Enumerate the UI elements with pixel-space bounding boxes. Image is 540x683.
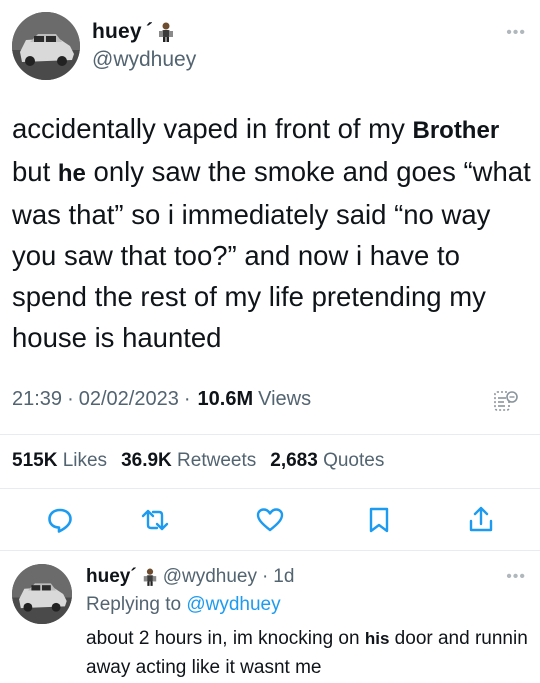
author-block: huey ´ @wydhuey — [92, 20, 196, 72]
reply-icon[interactable] — [45, 505, 75, 535]
figure-emoji-icon — [159, 22, 174, 42]
views-label: Views — [258, 388, 312, 410]
name-mark: ´ — [145, 20, 154, 43]
action-bar — [0, 505, 540, 537]
reply-author-name[interactable]: huey´ — [86, 566, 137, 588]
retweets-count[interactable]: 36.9K — [121, 450, 172, 472]
replying-to-label: Replying to — [86, 594, 182, 615]
tweet-stats: 515K Likes 36.9K Retweets 2,683 Quotes — [12, 450, 384, 472]
tweet-date[interactable]: 02/02/2023 — [79, 388, 179, 411]
views-count: 10.6M — [197, 388, 254, 410]
tweet-meta: 21:39 · 02/02/2023 · 10.6M Views — [12, 388, 311, 411]
meta-separator: · — [67, 388, 74, 410]
divider — [0, 550, 540, 551]
reply-author-line: huey´ @wydhuey · 1d — [86, 566, 536, 588]
author-name[interactable]: huey ´ — [92, 20, 196, 44]
more-options-icon[interactable]: ••• — [506, 568, 526, 586]
reply-age[interactable]: 1d — [273, 566, 294, 588]
bookmark-icon[interactable] — [364, 505, 394, 535]
retweets-label[interactable]: Retweets — [177, 450, 256, 472]
replying-to: Replying to @wydhuey — [86, 594, 536, 616]
more-options-icon[interactable]: ••• — [506, 24, 526, 42]
reply-text: about 2 hours in, im knocking on his doo… — [86, 624, 536, 682]
name-mark: ´ — [130, 566, 137, 587]
share-icon[interactable] — [466, 505, 496, 535]
display-name-text: huey — [86, 566, 131, 587]
display-name-text: huey — [92, 20, 142, 43]
divider — [0, 488, 540, 489]
translate-icon[interactable] — [492, 388, 520, 416]
tweet-text-part: only saw the smoke and goes “what was th… — [12, 156, 531, 353]
tweet-time[interactable]: 21:39 — [12, 388, 62, 411]
tweet-header: huey ´ @wydhuey ••• — [12, 12, 528, 82]
likes-label[interactable]: Likes — [63, 450, 107, 472]
avatar[interactable] — [12, 12, 80, 80]
divider — [0, 434, 540, 435]
avatar[interactable] — [12, 564, 72, 624]
reply-body: huey´ @wydhuey · 1d Replying to @wydhuey… — [86, 566, 536, 682]
replying-to-handle[interactable]: @wydhuey — [186, 594, 280, 615]
likes-count[interactable]: 515K — [12, 450, 57, 472]
meta-separator: · — [261, 566, 269, 587]
retweet-icon[interactable] — [140, 505, 170, 535]
tweet-text-bold-word: Brother — [412, 117, 500, 144]
figure-emoji-icon — [143, 568, 156, 586]
tweet-text-part: but — [12, 156, 58, 187]
author-handle[interactable]: @wydhuey — [92, 48, 196, 72]
tweet-text-part: accidentally vaped in front of my — [12, 113, 413, 144]
tweet-text-bold-word: he — [57, 160, 86, 187]
reply-text-part: about 2 hours in, im knocking on — [86, 628, 365, 649]
car-avatar-image — [12, 564, 72, 624]
reply-handle[interactable]: @wydhuey — [163, 566, 257, 588]
reply-text-bold-word: his — [364, 629, 390, 648]
quotes-label[interactable]: Quotes — [323, 450, 384, 472]
quotes-count[interactable]: 2,683 — [270, 450, 318, 472]
reply-tweet[interactable]: huey´ @wydhuey · 1d Replying to @wydhuey… — [12, 560, 528, 683]
meta-separator: · — [183, 388, 191, 410]
car-avatar-image — [12, 12, 80, 80]
like-icon[interactable] — [255, 505, 285, 535]
tweet-text: accidentally vaped in front of my Brothe… — [12, 108, 532, 358]
